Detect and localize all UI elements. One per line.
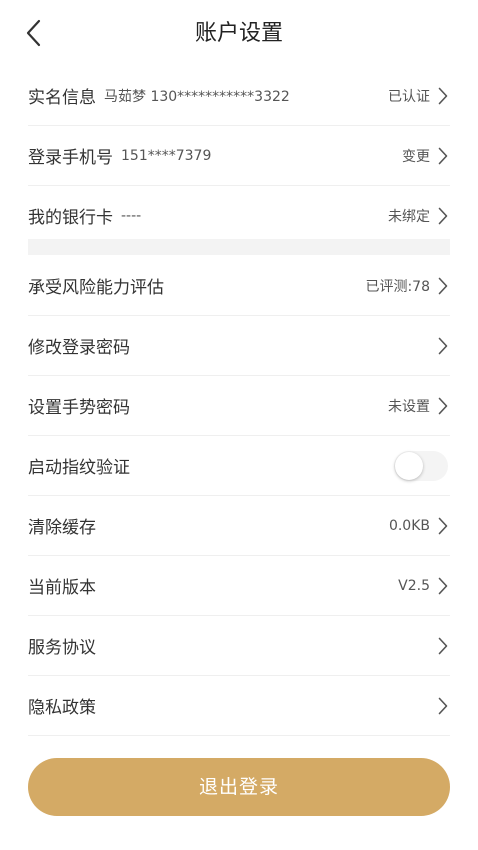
chevron-right-icon (438, 336, 450, 356)
version-value: V2.5 (398, 577, 430, 594)
real-name-status: 已认证 (388, 88, 430, 105)
bank-card-label: 我的银行卡 (28, 208, 113, 228)
service-agreement-label: 服务协议 (28, 638, 96, 658)
page-title: 账户设置 (194, 21, 283, 46)
gesture-password-label: 设置手势密码 (28, 398, 130, 418)
toggle-knob (395, 451, 423, 480)
section-divider (28, 239, 450, 255)
bank-card-row[interactable]: 我的银行卡 ---- 未绑定 (28, 186, 450, 245)
clear-cache-label: 清除缓存 (28, 518, 96, 538)
gesture-password-value: 未设置 (388, 398, 430, 415)
version-row[interactable]: 当前版本 V2.5 (28, 556, 450, 616)
fingerprint-toggle[interactable] (394, 450, 448, 481)
cache-size: 0.0KB (388, 517, 430, 534)
chevron-right-icon (438, 396, 450, 416)
real-name-info: 马茹梦 130***********3322 (104, 88, 290, 105)
chevron-right-icon (438, 696, 450, 716)
fingerprint-label: 启动指纹验证 (28, 458, 130, 478)
chevron-right-icon (438, 276, 450, 296)
account-section: 实名信息 马茹梦 130***********3322 已认证 登录手机号 15… (0, 66, 478, 245)
privacy-policy-row[interactable]: 隐私政策 (28, 676, 450, 736)
clear-cache-row[interactable]: 清除缓存 0.0KB (28, 496, 450, 556)
bank-card-status: 未绑定 (388, 208, 430, 225)
bank-card-number: ---- (121, 207, 142, 224)
chevron-right-icon (438, 206, 450, 226)
real-name-row[interactable]: 实名信息 马茹梦 130***********3322 已认证 (28, 66, 450, 126)
chevron-right-icon (438, 636, 450, 656)
app-header: 账户设置 (0, 0, 478, 66)
phone-row[interactable]: 登录手机号 151****7379 变更 (28, 126, 450, 186)
risk-assessment-label: 承受风险能力评估 (28, 278, 164, 298)
chevron-right-icon (438, 146, 450, 166)
phone-number: 151****7379 (121, 147, 212, 164)
phone-change: 变更 (402, 148, 430, 165)
gesture-password-row[interactable]: 设置手势密码 未设置 (28, 376, 450, 436)
risk-assessment-value: 已评测:78 (365, 278, 430, 295)
phone-label: 登录手机号 (28, 148, 113, 168)
risk-assessment-row[interactable]: 承受风险能力评估 已评测:78 (28, 256, 450, 316)
change-password-label: 修改登录密码 (28, 338, 130, 358)
fingerprint-row: 启动指纹验证 (28, 436, 450, 496)
real-name-label: 实名信息 (28, 88, 96, 108)
chevron-right-icon (438, 576, 450, 596)
chevron-right-icon (438, 86, 450, 106)
chevron-right-icon (438, 516, 450, 536)
settings-section: 承受风险能力评估 已评测:78 修改登录密码 设置手势密码 未设置 启动指纹验证… (0, 256, 478, 736)
version-label: 当前版本 (28, 578, 96, 598)
service-agreement-row[interactable]: 服务协议 (28, 616, 450, 676)
logout-button[interactable]: 退出登录 (28, 758, 450, 816)
privacy-policy-label: 隐私政策 (28, 698, 96, 718)
change-password-row[interactable]: 修改登录密码 (28, 316, 450, 376)
